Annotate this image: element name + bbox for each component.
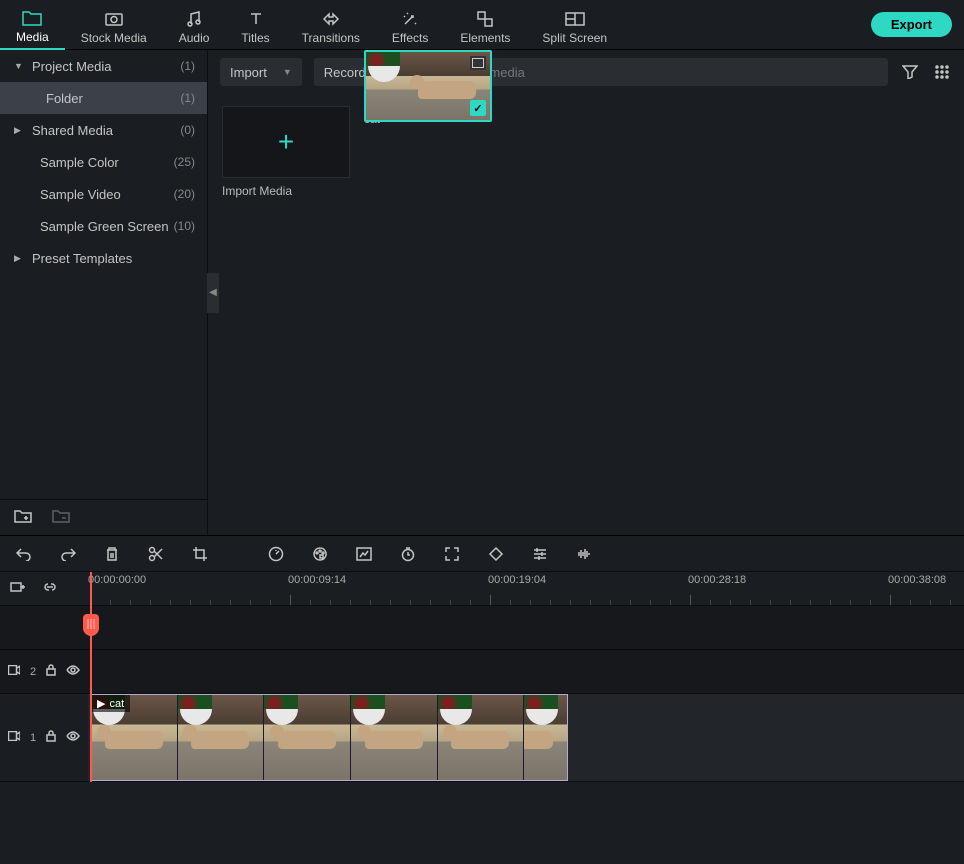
tab-label: Media	[16, 30, 49, 44]
split-screen-icon	[565, 9, 585, 29]
chevron-right-icon: ▶	[14, 253, 24, 264]
link-icon[interactable]	[42, 580, 58, 597]
tab-transitions[interactable]: Transitions	[286, 0, 376, 50]
camera-icon	[104, 9, 124, 29]
sidebar-footer	[0, 499, 207, 535]
lock-icon[interactable]	[46, 730, 56, 745]
tab-elements[interactable]: Elements	[444, 0, 526, 50]
track-number: 2	[30, 666, 36, 678]
undo-icon[interactable]	[14, 544, 34, 564]
duration-icon[interactable]	[398, 544, 418, 564]
delete-folder-icon[interactable]	[52, 509, 70, 526]
media-label: Import Media	[222, 184, 350, 198]
visibility-icon[interactable]	[66, 665, 80, 678]
sidebar-item-sample-video[interactable]: Sample Video (20)	[0, 178, 207, 210]
crop-icon[interactable]	[190, 544, 210, 564]
timeline-ruler[interactable]: 00:00:00:00 00:00:09:14 00:00:19:04 00:00:2…	[0, 572, 964, 606]
plus-icon: +	[278, 126, 294, 158]
folder-icon	[22, 8, 42, 28]
sidebar-item-folder[interactable]: Folder (1)	[0, 82, 207, 114]
search-input[interactable]	[445, 65, 878, 80]
speed-icon[interactable]	[266, 544, 286, 564]
color-icon[interactable]	[310, 544, 330, 564]
redo-icon[interactable]	[58, 544, 78, 564]
sidebar-item-project-media[interactable]: ▼ Project Media (1)	[0, 50, 207, 82]
sidebar-item-sample-green-screen[interactable]: Sample Green Screen (10)	[0, 210, 207, 242]
video-badge-icon	[470, 56, 486, 70]
adjust-icon[interactable]	[530, 544, 550, 564]
checkmark-icon: ✓	[470, 100, 486, 116]
ruler-time-label: 00:00:09:14	[288, 574, 346, 586]
lock-icon[interactable]	[46, 664, 56, 679]
keyframe-icon[interactable]	[486, 544, 506, 564]
tab-audio[interactable]: Audio	[163, 0, 226, 50]
ruler-time-label: 00:00:38:08	[888, 574, 946, 586]
sidebar-item-preset-templates[interactable]: ▶ Preset Templates	[0, 242, 207, 274]
sidebar-list: ▼ Project Media (1) Folder (1) ▶ Shared …	[0, 50, 207, 499]
video-track-icon	[8, 731, 20, 744]
media-clip-cat[interactable]: ✓ cat	[364, 106, 492, 126]
add-track-icon[interactable]	[10, 580, 26, 597]
chevron-down-icon: ▼	[283, 67, 292, 77]
clip-title: ▶ cat	[91, 695, 130, 712]
chevron-down-icon: ▼	[14, 61, 24, 71]
sidebar: ▼ Project Media (1) Folder (1) ▶ Shared …	[0, 50, 207, 535]
chevron-right-icon: ▶	[14, 125, 24, 136]
tab-label: Effects	[392, 31, 428, 45]
top-tabs: Media Stock Media Audio Titles Transitio…	[0, 0, 964, 50]
transitions-icon	[321, 9, 341, 29]
timeline-clip-cat[interactable]: ▶ cat	[90, 694, 568, 781]
effects-icon	[400, 9, 420, 29]
sidebar-item-shared-media[interactable]: ▶ Shared Media (0)	[0, 114, 207, 146]
timeline-panel: 00:00:00:00 00:00:09:14 00:00:19:04 00:00:2…	[0, 535, 964, 782]
content-toolbar: Import ▼ Record ▼	[208, 50, 964, 94]
ruler-time-label: 00:00:00:00	[88, 574, 146, 586]
tab-label: Stock Media	[81, 31, 147, 45]
content-area: Import ▼ Record ▼ + Import Media	[207, 50, 964, 535]
visibility-icon[interactable]	[66, 731, 80, 744]
sidebar-collapse-handle[interactable]: ◀	[207, 273, 219, 313]
tab-effects[interactable]: Effects	[376, 0, 444, 50]
play-icon: ▶	[97, 697, 105, 710]
track-video-2[interactable]: 2	[0, 650, 964, 694]
elements-icon	[475, 9, 495, 29]
audio-mix-icon[interactable]	[574, 544, 594, 564]
tab-label: Elements	[460, 31, 510, 45]
video-track-icon	[8, 665, 20, 678]
ruler-time-label: 00:00:19:04	[488, 574, 546, 586]
tab-media[interactable]: Media	[0, 0, 65, 50]
filter-icon[interactable]	[900, 62, 920, 82]
tab-split-screen[interactable]: Split Screen	[526, 0, 623, 50]
fit-icon[interactable]	[442, 544, 462, 564]
import-media-cell[interactable]: + Import Media	[222, 106, 350, 198]
tab-label: Titles	[241, 31, 269, 45]
timeline-toolbar	[0, 536, 964, 572]
split-icon[interactable]	[146, 544, 166, 564]
import-dropdown[interactable]: Import ▼	[220, 58, 302, 86]
track-gap	[0, 606, 964, 650]
export-button[interactable]: Export	[871, 12, 952, 37]
tab-label: Audio	[179, 31, 210, 45]
tab-label: Split Screen	[542, 31, 607, 45]
track-number: 1	[30, 732, 36, 744]
tab-stock-media[interactable]: Stock Media	[65, 0, 163, 50]
delete-icon[interactable]	[102, 544, 122, 564]
music-icon	[184, 9, 204, 29]
tab-label: Transitions	[302, 31, 360, 45]
ruler-time-label: 00:00:28:18	[688, 574, 746, 586]
track-video-1[interactable]: 1 ▶ cat	[0, 694, 964, 782]
new-folder-icon[interactable]	[14, 509, 32, 526]
timeline-tracks: 2 1 ▶ cat	[0, 606, 964, 782]
text-icon	[246, 9, 266, 29]
grid-view-icon[interactable]	[932, 62, 952, 82]
sidebar-item-sample-color[interactable]: Sample Color (25)	[0, 146, 207, 178]
green-screen-icon[interactable]	[354, 544, 374, 564]
tab-titles[interactable]: Titles	[225, 0, 285, 50]
media-grid: + Import Media ✓ cat	[208, 94, 964, 535]
